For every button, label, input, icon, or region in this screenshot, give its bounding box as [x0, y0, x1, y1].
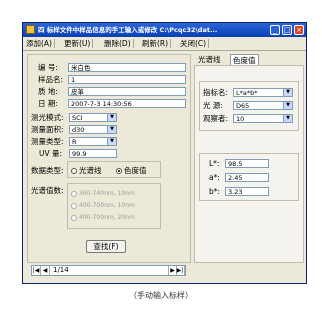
observer-value: 10 — [236, 115, 245, 123]
illuminant-label: 光 源: — [203, 101, 223, 110]
prev-record-icon[interactable]: ◀ — [41, 266, 50, 275]
illuminant-select[interactable]: D65 ▼ — [233, 101, 293, 110]
light-mode-label: 测光模式: — [31, 113, 64, 122]
record-position: 1/14 — [53, 266, 69, 274]
app-icon — [26, 25, 35, 34]
maximize-button[interactable]: □ — [282, 25, 292, 35]
menu-close[interactable]: 关闭(C) — [180, 37, 210, 50]
tab-colorvalue[interactable]: 色度值 — [230, 54, 259, 65]
radio-spectral[interactable]: 光谱线 — [71, 166, 102, 175]
dropdown-arrow-icon[interactable]: ▼ — [283, 89, 292, 96]
last-record-icon[interactable]: ▶| — [176, 266, 185, 275]
illuminant-value: D65 — [236, 102, 250, 110]
radio-icon — [71, 214, 77, 221]
record-navigator: |◀ ◀ 1/14 ▶ ▶| — [31, 265, 186, 276]
first-record-icon[interactable]: |◀ — [32, 266, 41, 275]
type-select[interactable]: R ▼ — [69, 137, 117, 146]
index-label: 指标名: — [203, 88, 229, 97]
number-field[interactable]: 米白色 — [68, 63, 186, 72]
sample-name-field[interactable]: 1 — [68, 75, 186, 84]
title-bar[interactable]: 四 标样文件中样品信息的手工输入或修改 C:\Pcqc32\dat... _ □… — [23, 23, 306, 37]
menu-refresh[interactable]: 刷新(R) — [142, 37, 172, 50]
tab-spectral[interactable]: 光谱线 — [196, 54, 223, 65]
observer-select[interactable]: 10 ▼ — [233, 114, 293, 123]
type-value: R — [72, 138, 77, 146]
spectral-label: 光谱值数: — [31, 186, 64, 195]
a-field[interactable]: 2.45 — [225, 173, 269, 182]
dropdown-arrow-icon[interactable]: ▼ — [107, 114, 116, 121]
minimize-button[interactable]: _ — [270, 25, 280, 35]
light-mode-value: SCI — [72, 114, 83, 122]
sample-info-group — [27, 54, 191, 263]
material-label: 质 地: — [38, 87, 58, 96]
sample-name-label: 样品名: — [38, 75, 64, 84]
datatype-label: 数据类型: — [31, 166, 64, 175]
radio-icon — [71, 190, 77, 197]
figure-caption: （手动输入标样） — [129, 291, 193, 300]
b-field[interactable]: 3.23 — [225, 187, 269, 196]
radio-colorvalue[interactable]: 色度值 — [116, 166, 147, 175]
light-mode-select[interactable]: SCI ▼ — [69, 113, 117, 122]
material-field[interactable]: 皮革 — [68, 87, 186, 96]
menu-update[interactable]: 更新(U) — [64, 37, 94, 50]
uv-label: UV 量: — [39, 149, 63, 158]
app-window: 四 标样文件中样品信息的手工输入或修改 C:\Pcqc32\dat... _ □… — [22, 22, 307, 284]
area-label: 测量面积: — [31, 125, 64, 134]
area-value: d30 — [72, 126, 85, 134]
uv-field[interactable]: 99.9 — [69, 149, 117, 158]
type-label: 测量类型: — [31, 137, 64, 146]
radio-icon — [71, 202, 77, 209]
spectral-option-3[interactable]: 400-700nm, 20nm — [71, 213, 135, 222]
date-field[interactable]: 2007-7-3 14:30:56 — [68, 99, 186, 108]
a-label: a*: — [209, 173, 220, 182]
window-title: 四 标样文件中样品信息的手工输入或修改 C:\Pcqc32\dat... — [38, 26, 218, 34]
area-select[interactable]: d30 ▼ — [69, 125, 117, 134]
date-label: 日 期: — [38, 99, 58, 108]
menu-add[interactable]: 添加(A) — [26, 37, 55, 50]
menu-delete[interactable]: 删除(D) — [104, 37, 134, 50]
close-button[interactable]: × — [294, 25, 304, 35]
dropdown-arrow-icon[interactable]: ▼ — [107, 126, 116, 133]
L-label: L*: — [209, 159, 220, 168]
index-select[interactable]: L*a*b* ▼ — [233, 88, 293, 97]
dropdown-arrow-icon[interactable]: ▼ — [283, 115, 292, 122]
L-field[interactable]: 98.5 — [225, 159, 269, 168]
number-label: 编 号: — [38, 63, 58, 72]
spectral-option-2[interactable]: 400-700nm, 10nm — [71, 201, 135, 210]
dropdown-arrow-icon[interactable]: ▼ — [283, 102, 292, 109]
index-value: L*a*b* — [236, 89, 258, 97]
spectral-option-1[interactable]: 360-740nm, 10nm — [71, 189, 135, 198]
find-button[interactable]: 查找(F) — [86, 240, 126, 253]
menu-bar: 添加(A) 更新(U) 删除(D) 刷新(R) 关闭(C) — [23, 37, 306, 51]
observer-label: 观察者: — [203, 114, 229, 123]
dropdown-arrow-icon[interactable]: ▼ — [107, 138, 116, 145]
b-label: b*: — [209, 187, 221, 196]
radio-selected-icon — [116, 168, 122, 174]
radio-icon — [71, 168, 77, 174]
